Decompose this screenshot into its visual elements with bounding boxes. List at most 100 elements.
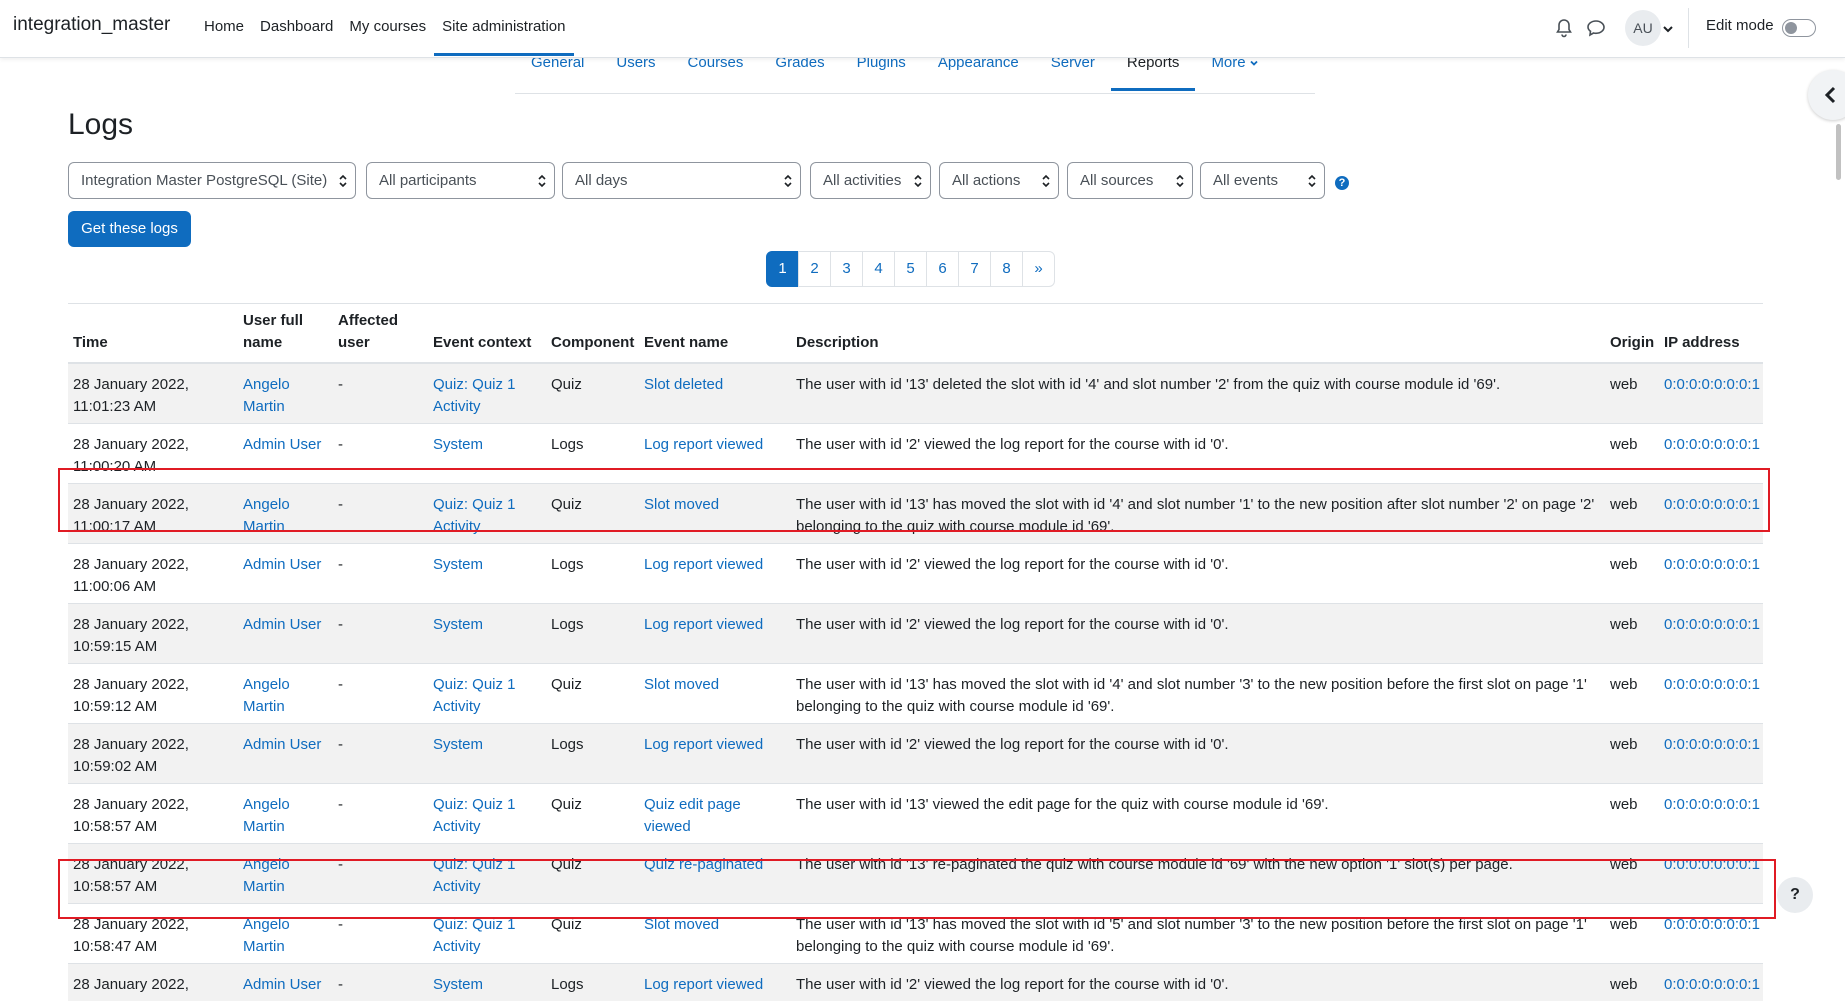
cell-event-context[interactable]: System: [428, 544, 546, 604]
open-drawer-button[interactable]: [1808, 70, 1845, 120]
cell-event-context[interactable]: System: [428, 604, 546, 664]
page-scrollbar[interactable]: [1836, 124, 1841, 180]
cell-ip-address[interactable]: 0:0:0:0:0:0:0:1: [1659, 724, 1763, 784]
cell-event-context[interactable]: System: [428, 964, 546, 1001]
site-brand[interactable]: integration_master: [13, 14, 170, 36]
cell-description: The user with id '2' viewed the log repo…: [791, 724, 1605, 784]
cell-time: 28 January 2022, 10:58:47 AM: [68, 904, 238, 964]
cell-ip-address[interactable]: 0:0:0:0:0:0:0:1: [1659, 604, 1763, 664]
page-7[interactable]: 7: [958, 251, 991, 287]
cell-affected-user: -: [333, 484, 428, 544]
cell-ip-address[interactable]: 0:0:0:0:0:0:0:1: [1659, 484, 1763, 544]
cell-event-name[interactable]: Log report viewed: [639, 724, 791, 784]
header-affected-user[interactable]: Affected user: [333, 304, 428, 364]
cell-event-context[interactable]: Quiz: Quiz 1 Activity: [428, 844, 546, 904]
cell-time: 28 January 2022, 11:01:23 AM: [68, 363, 238, 424]
cell-event-name[interactable]: Log report viewed: [639, 604, 791, 664]
page-8[interactable]: 8: [990, 251, 1023, 287]
page-next[interactable]: »: [1022, 251, 1055, 287]
cell-user[interactable]: Angelo Martin: [238, 664, 333, 724]
cell-event-name[interactable]: Slot deleted: [639, 363, 791, 424]
cell-event-name[interactable]: Log report viewed: [639, 544, 791, 604]
cell-event-name[interactable]: Quiz edit page viewed: [639, 784, 791, 844]
nav-site-administration[interactable]: Site administration: [434, 0, 573, 56]
cell-ip-address[interactable]: 0:0:0:0:0:0:0:1: [1659, 964, 1763, 1001]
page-3[interactable]: 3: [830, 251, 863, 287]
cell-ip-address[interactable]: 0:0:0:0:0:0:0:1: [1659, 844, 1763, 904]
cell-component: Quiz: [546, 844, 639, 904]
cell-event-name[interactable]: Quiz re-paginated: [639, 844, 791, 904]
sources-select[interactable]: All sources: [1067, 162, 1193, 199]
cell-user[interactable]: Admin User: [238, 424, 333, 484]
cell-user[interactable]: Admin User: [238, 604, 333, 664]
cell-event-context[interactable]: Quiz: Quiz 1 Activity: [428, 484, 546, 544]
header-event-name[interactable]: Event name: [639, 304, 791, 364]
actions-select[interactable]: All actions: [939, 162, 1059, 199]
table-row: 28 January 2022, 11:00:17 AM Angelo Mart…: [68, 484, 1763, 544]
edit-mode-toggle[interactable]: [1782, 19, 1816, 37]
cell-event-name[interactable]: Slot moved: [639, 904, 791, 964]
page-2[interactable]: 2: [798, 251, 831, 287]
cell-ip-address[interactable]: 0:0:0:0:0:0:0:1: [1659, 544, 1763, 604]
header-user-full-name[interactable]: User full name: [238, 304, 333, 364]
events-select[interactable]: All events: [1200, 162, 1325, 199]
nav-dashboard[interactable]: Dashboard: [252, 0, 341, 53]
header-event-context[interactable]: Event context: [428, 304, 546, 364]
cell-user[interactable]: Admin User: [238, 964, 333, 1001]
cell-event-context[interactable]: System: [428, 724, 546, 784]
header-origin[interactable]: Origin: [1605, 304, 1659, 364]
filters-help-icon[interactable]: ?: [1335, 176, 1349, 190]
cell-event-name[interactable]: Log report viewed: [639, 964, 791, 1001]
cell-event-name[interactable]: Log report viewed: [639, 424, 791, 484]
user-avatar[interactable]: AU: [1625, 10, 1661, 46]
help-button[interactable]: ?: [1777, 877, 1813, 913]
days-select[interactable]: All days: [562, 162, 801, 199]
site-select-value: Integration Master PostgreSQL (Site): [81, 172, 327, 189]
cell-event-context[interactable]: Quiz: Quiz 1 Activity: [428, 363, 546, 424]
cell-event-context[interactable]: Quiz: Quiz 1 Activity: [428, 784, 546, 844]
page-6[interactable]: 6: [926, 251, 959, 287]
cell-event-name[interactable]: Slot moved: [639, 664, 791, 724]
user-menu-chevron-down-icon[interactable]: [1662, 22, 1674, 34]
cell-user[interactable]: Angelo Martin: [238, 784, 333, 844]
cell-ip-address[interactable]: 0:0:0:0:0:0:0:1: [1659, 363, 1763, 424]
nav-home[interactable]: Home: [196, 0, 252, 53]
page-5[interactable]: 5: [894, 251, 927, 287]
cell-event-name[interactable]: Slot moved: [639, 484, 791, 544]
cell-ip-address[interactable]: 0:0:0:0:0:0:0:1: [1659, 904, 1763, 964]
cell-user[interactable]: Angelo Martin: [238, 904, 333, 964]
cell-description: The user with id '13' has moved the slot…: [791, 664, 1605, 724]
cell-ip-address[interactable]: 0:0:0:0:0:0:0:1: [1659, 664, 1763, 724]
header-description[interactable]: Description: [791, 304, 1605, 364]
select-arrows-icon: [1176, 174, 1184, 188]
participants-select[interactable]: All participants: [366, 162, 555, 199]
cell-event-context[interactable]: System: [428, 424, 546, 484]
cell-user[interactable]: Angelo Martin: [238, 363, 333, 424]
get-these-logs-button[interactable]: Get these logs: [68, 211, 191, 247]
select-arrows-icon: [784, 174, 792, 188]
cell-time: 28 January 2022, 10:59:12 AM: [68, 664, 238, 724]
cell-origin: web: [1605, 844, 1659, 904]
site-select[interactable]: Integration Master PostgreSQL (Site): [68, 162, 356, 199]
header-time[interactable]: Time: [68, 304, 238, 364]
nav-my-courses[interactable]: My courses: [341, 0, 434, 53]
chevron-left-icon: [1821, 85, 1841, 105]
cell-time: 28 January 2022, 11:00:20 AM: [68, 424, 238, 484]
messages-chat-icon[interactable]: [1585, 17, 1607, 39]
cell-origin: web: [1605, 363, 1659, 424]
cell-event-context[interactable]: Quiz: Quiz 1 Activity: [428, 904, 546, 964]
notifications-bell-icon[interactable]: [1553, 17, 1575, 39]
cell-user[interactable]: Angelo Martin: [238, 844, 333, 904]
activities-select[interactable]: All activities: [810, 162, 931, 199]
header-ip-address[interactable]: IP address: [1659, 304, 1763, 364]
cell-component: Logs: [546, 424, 639, 484]
cell-user[interactable]: Admin User: [238, 544, 333, 604]
cell-user[interactable]: Admin User: [238, 724, 333, 784]
cell-event-context[interactable]: Quiz: Quiz 1 Activity: [428, 664, 546, 724]
page-1[interactable]: 1: [766, 251, 799, 287]
cell-ip-address[interactable]: 0:0:0:0:0:0:0:1: [1659, 784, 1763, 844]
cell-ip-address[interactable]: 0:0:0:0:0:0:0:1: [1659, 424, 1763, 484]
header-component[interactable]: Component: [546, 304, 639, 364]
page-4[interactable]: 4: [862, 251, 895, 287]
cell-user[interactable]: Angelo Martin: [238, 484, 333, 544]
